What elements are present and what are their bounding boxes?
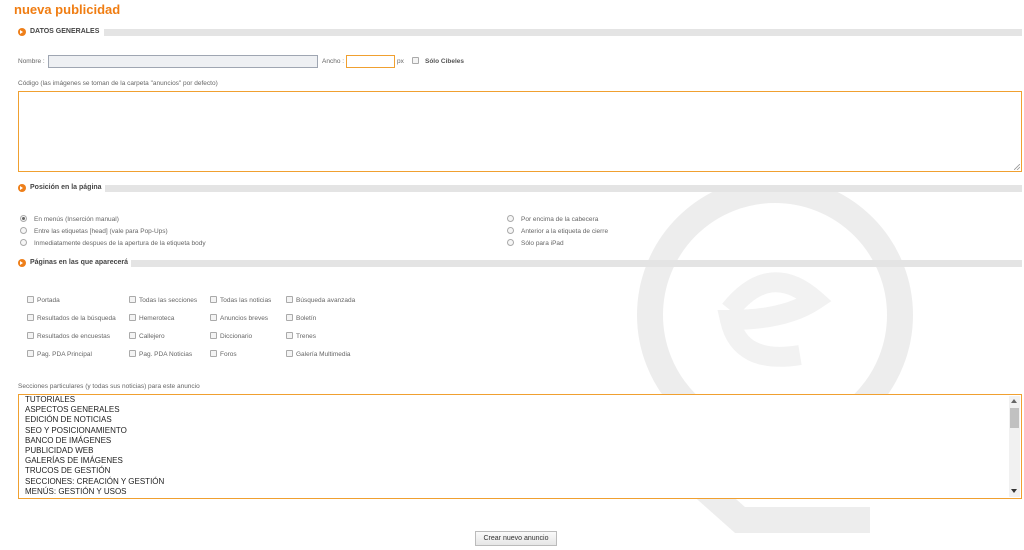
arrow-bullet-icon xyxy=(18,259,26,267)
radio-position-menus[interactable] xyxy=(20,215,27,222)
page-checkbox[interactable] xyxy=(210,332,217,339)
page-checkbox[interactable] xyxy=(286,350,293,357)
page-checkbox[interactable] xyxy=(210,314,217,321)
name-label: Nombre : xyxy=(18,58,45,65)
page-title: nueva publicidad xyxy=(14,2,121,17)
page-checkbox[interactable] xyxy=(27,314,34,321)
section-option[interactable]: EDICIÓN DE NOTICIAS xyxy=(25,415,1021,425)
page-checkbox-label: Anuncios breves xyxy=(220,315,269,322)
page-checkbox-label: Resultados de encuestas xyxy=(37,333,110,340)
width-label: Ancho : xyxy=(322,58,345,65)
section-option[interactable]: MENÚS: GESTIÓN Y USOS xyxy=(25,487,1021,497)
section-option[interactable]: BANCO DE IMÁGENES xyxy=(25,436,1021,446)
page-checkbox-label: Búsqueda avanzada xyxy=(296,297,356,304)
radio-label: Anterior a la etiqueta de cierre xyxy=(521,228,609,235)
page-checkbox-label: Trenes xyxy=(296,333,316,340)
radio-position-before-close[interactable] xyxy=(507,227,514,234)
page-checkbox-label: Todas las noticias xyxy=(220,297,272,304)
section-header-position: Posición en la página xyxy=(18,184,1022,193)
radio-label: Por encima de la cabecera xyxy=(521,216,599,223)
page-checkbox[interactable] xyxy=(210,296,217,303)
page-checkbox-label: Boletín xyxy=(296,315,317,322)
section-option[interactable]: TRUCOS DE GESTIÓN xyxy=(25,466,1021,476)
name-input[interactable] xyxy=(48,55,318,68)
section-option[interactable]: PUBLICIDAD WEB xyxy=(25,446,1021,456)
page-checkbox-label: Portada xyxy=(37,297,60,304)
section-divider xyxy=(104,185,1022,192)
sections-label: Secciones particulares (y todas sus noti… xyxy=(18,383,200,390)
section-option[interactable]: TUTORIALES xyxy=(25,395,1021,405)
section-header-pages: Páginas en las que aparecerá xyxy=(18,259,1022,268)
radio-label: Sólo para iPad xyxy=(521,240,564,247)
arrow-bullet-icon xyxy=(18,184,26,192)
code-label: Código (las imágenes se toman de la carp… xyxy=(18,80,218,87)
resize-handle-icon[interactable] xyxy=(1014,164,1020,170)
scroll-thumb[interactable] xyxy=(1010,408,1019,428)
section-option[interactable]: GALERÍAS DE IMÁGENES xyxy=(25,456,1021,466)
scroll-up-arrow-icon[interactable] xyxy=(1011,399,1017,403)
sections-list: TUTORIALES ASPECTOS GENERALES EDICIÓN DE N… xyxy=(19,395,1021,497)
section-label: DATOS GENERALES xyxy=(30,28,103,36)
scroll-down-arrow-icon[interactable] xyxy=(1011,489,1017,493)
page-checkbox[interactable] xyxy=(286,314,293,321)
page-checkbox-label: Galería Multimedia xyxy=(296,351,351,358)
solo-cibeles-checkbox[interactable] xyxy=(412,57,419,64)
page-checkbox[interactable] xyxy=(129,296,136,303)
section-option[interactable]: ASPECTOS GENERALES xyxy=(25,405,1021,415)
page-checkbox-label: Foros xyxy=(220,351,237,358)
radio-position-head[interactable] xyxy=(20,227,27,234)
radio-label: En menús (Inserción manual) xyxy=(34,216,119,223)
section-header-general: DATOS GENERALES xyxy=(18,28,1022,37)
page-checkbox-label: Callejero xyxy=(139,333,165,340)
create-ad-button[interactable]: Crear nuevo anuncio xyxy=(475,531,557,546)
sections-listbox[interactable]: TUTORIALES ASPECTOS GENERALES EDICIÓN DE N… xyxy=(18,394,1022,499)
width-input[interactable] xyxy=(346,55,395,68)
radio-position-ipad[interactable] xyxy=(507,239,514,246)
page-checkbox-label: Pag. PDA Noticias xyxy=(139,351,193,358)
page-checkbox[interactable] xyxy=(286,332,293,339)
page-checkbox[interactable] xyxy=(129,314,136,321)
section-divider xyxy=(130,260,1022,267)
solo-cibeles-label: Sólo Cibeles xyxy=(425,58,465,65)
page-checkbox[interactable] xyxy=(129,332,136,339)
section-option[interactable]: SECCIONES: CREACIÓN Y GESTIÓN xyxy=(25,477,1021,487)
code-textarea[interactable] xyxy=(18,91,1022,172)
radio-label: Entre las etiquetas [head] (vale para Po… xyxy=(34,228,168,235)
section-label: Páginas en las que aparecerá xyxy=(30,259,132,267)
width-unit: px xyxy=(397,58,404,65)
radio-position-body[interactable] xyxy=(20,239,27,246)
page-checkbox[interactable] xyxy=(129,350,136,357)
page-checkbox[interactable] xyxy=(210,350,217,357)
page-checkbox[interactable] xyxy=(27,350,34,357)
page-checkbox[interactable] xyxy=(27,332,34,339)
page-checkbox-label: Hemeroteca xyxy=(139,315,175,322)
page-checkbox[interactable] xyxy=(286,296,293,303)
listbox-scrollbar[interactable] xyxy=(1009,396,1020,497)
radio-position-above-header[interactable] xyxy=(507,215,514,222)
section-divider xyxy=(104,29,1022,36)
section-option[interactable]: SEO Y POSICIONAMIENTO xyxy=(25,426,1021,436)
arrow-bullet-icon xyxy=(18,28,26,36)
page-checkbox-label: Pag. PDA Principal xyxy=(37,351,92,358)
page-checkbox[interactable] xyxy=(27,296,34,303)
page-checkbox-label: Diccionario xyxy=(220,333,253,340)
radio-label: Inmediatamente despues de la apertura de… xyxy=(34,240,206,247)
page-checkbox-label: Todas las secciones xyxy=(139,297,198,304)
page-checkbox-label: Resultados de la búsqueda xyxy=(37,315,116,322)
section-label: Posición en la página xyxy=(30,184,105,192)
